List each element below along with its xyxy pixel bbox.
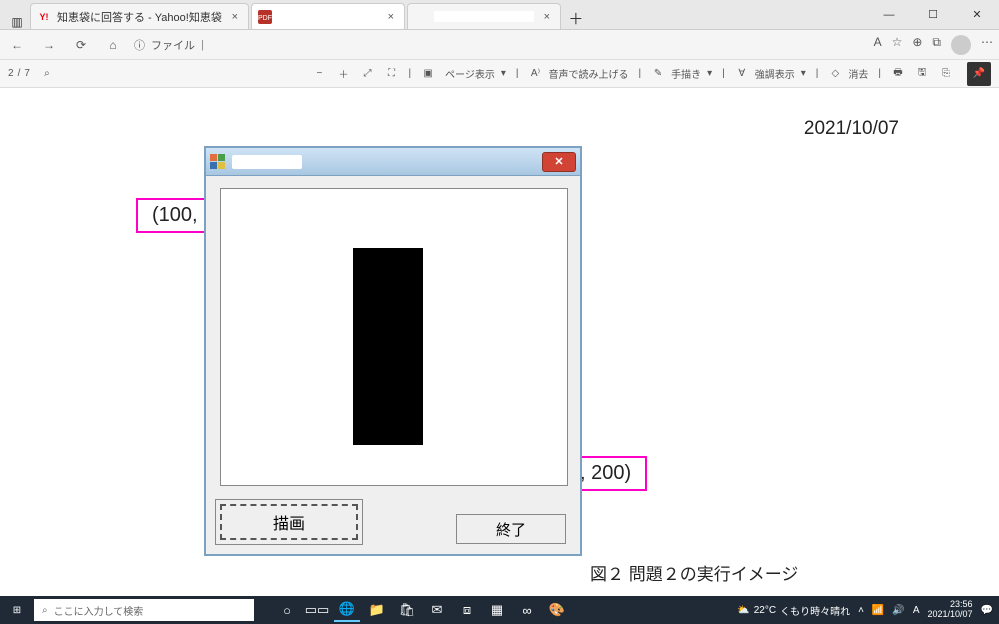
erase-tool[interactable]: ◇ 消去 xyxy=(828,66,868,81)
forward-button[interactable]: → xyxy=(38,38,60,52)
tab-close-icon[interactable]: × xyxy=(228,11,242,23)
pdf-page: 2021/10/07 (100, 50) (170, 200) ✕ 描画 終了 … xyxy=(0,88,999,596)
exit-button[interactable]: 終了 xyxy=(456,514,566,544)
paint-icon[interactable]: 🎨 xyxy=(544,598,570,622)
store-icon[interactable]: 🛍 xyxy=(394,598,420,622)
window-minimize-button[interactable]: — xyxy=(867,0,911,29)
system-clock[interactable]: 23:56 2021/10/07 xyxy=(928,600,973,620)
site-info-icon[interactable]: ⓘ xyxy=(134,37,145,53)
favicon-pdf-icon: PDF xyxy=(258,10,272,24)
window-maximize-button[interactable]: ☐ xyxy=(911,0,955,29)
taskbar-search[interactable]: ⌕ ここに入力して検索 xyxy=(34,599,254,621)
collections-icon[interactable]: ⧉ xyxy=(932,35,941,55)
erase-icon: ◇ xyxy=(828,68,842,79)
weather-icon: ⛅ xyxy=(737,605,749,616)
read-aloud-button[interactable]: A⁾ 音声で読み上げる xyxy=(529,66,629,81)
address-bar[interactable]: ⓘ ファイル | xyxy=(134,37,864,53)
tab-title xyxy=(278,11,378,22)
pen-icon: ✎ xyxy=(651,68,665,79)
tab-close-icon[interactable]: × xyxy=(540,11,554,23)
new-tab-button[interactable]: ＋ xyxy=(563,8,589,29)
highlight-tool[interactable]: ∀ 強調表示 ▾ xyxy=(735,66,806,81)
draw-button[interactable]: 描画 xyxy=(220,504,358,540)
menu-icon[interactable]: ⋯ xyxy=(981,35,993,55)
favorite-star-icon[interactable]: ☆ xyxy=(892,35,903,55)
fit-page-icon[interactable]: ⛶ xyxy=(384,68,398,79)
network-icon[interactable]: 📶 xyxy=(872,605,884,616)
svg-text:PDF: PDF xyxy=(258,15,272,22)
url-scheme: ファイル xyxy=(151,37,195,53)
save-icon[interactable]: 🖫 xyxy=(915,65,929,82)
profile-avatar[interactable] xyxy=(951,35,971,55)
clock-date: 2021/10/07 xyxy=(928,610,973,620)
favicon-yahoo-icon: Y! xyxy=(37,10,51,24)
page-total: 7 xyxy=(24,68,30,79)
search-placeholder: ここに入力して検索 xyxy=(54,603,144,618)
vs-icon[interactable]: ∞ xyxy=(514,598,540,622)
notification-icon[interactable]: 💬 xyxy=(981,605,993,616)
document-date: 2021/10/07 xyxy=(804,118,899,140)
search-icon: ⌕ xyxy=(42,605,48,616)
tab-pdf[interactable]: PDF × xyxy=(251,3,405,29)
start-button[interactable]: ⊞ xyxy=(0,605,34,616)
print-icon[interactable]: 🖶 xyxy=(891,65,905,82)
explorer-icon[interactable]: 📁 xyxy=(364,598,390,622)
tab-title xyxy=(434,11,534,22)
back-button[interactable]: ← xyxy=(6,38,28,52)
zoom-in-button[interactable]: ＋ xyxy=(336,66,350,81)
tab-title: 知恵袋に回答する - Yahoo!知恵袋 xyxy=(57,9,222,25)
page-indicator[interactable]: 2 / 7 xyxy=(8,68,30,79)
zoom-out-button[interactable]: − xyxy=(312,68,326,79)
tray-caret-icon[interactable]: ˄ xyxy=(858,605,864,616)
sample-app-window: ✕ 描画 終了 xyxy=(204,146,582,556)
drawing-canvas xyxy=(220,188,568,486)
mail-icon[interactable]: ✉ xyxy=(424,598,450,622)
app-titlebar: ✕ xyxy=(206,148,580,176)
page-current[interactable]: 2 xyxy=(8,68,14,79)
zoom-reset-button[interactable]: ⤢ xyxy=(360,68,374,79)
app-close-button[interactable]: ✕ xyxy=(542,152,576,172)
add-favorite-icon[interactable]: ⊕ xyxy=(912,35,922,55)
figure-caption: 図２ 問題２の実行イメージ xyxy=(590,560,798,585)
search-icon[interactable]: ⌕ xyxy=(40,68,54,79)
refresh-button[interactable]: ⟳ xyxy=(70,38,92,52)
window-close-button[interactable]: ✕ xyxy=(955,0,999,29)
tab-3[interactable]: × xyxy=(407,3,561,29)
pin-toolbar-button[interactable]: 📌 xyxy=(967,62,991,86)
volume-icon[interactable]: 🔊 xyxy=(892,605,904,616)
caret-down-icon: ▾ xyxy=(707,68,712,79)
app-icon[interactable]: ▦ xyxy=(484,598,510,622)
windows-taskbar: ⊞ ⌕ ここに入力して検索 ○▭▭🌐📁🛍✉⧈▦∞🎨 ⛅ 22°C くもり時々晴れ… xyxy=(0,596,999,624)
vscode-icon[interactable]: ⧈ xyxy=(454,598,480,622)
tab-yahoo[interactable]: Y! 知恵袋に回答する - Yahoo!知恵袋 × xyxy=(30,3,249,29)
edge-icon[interactable]: 🌐 xyxy=(334,598,360,622)
read-aloud-icon: A⁾ xyxy=(529,68,543,79)
tab-close-icon[interactable]: × xyxy=(384,11,398,23)
drawn-rectangle xyxy=(353,248,423,445)
home-button[interactable]: ⌂ xyxy=(102,38,124,52)
app-icon xyxy=(210,154,226,170)
ime-icon[interactable]: A xyxy=(913,605,920,616)
caret-down-icon: ▾ xyxy=(501,68,506,79)
app-title-redacted xyxy=(232,155,302,169)
read-aloud-icon[interactable]: A xyxy=(874,35,882,55)
tab-list-icon[interactable]: ▥ xyxy=(6,15,28,29)
page-view-icon[interactable]: ▣ xyxy=(421,68,435,79)
cortana-icon[interactable]: ○ xyxy=(274,598,300,622)
weather-temp: 22°C xyxy=(754,605,776,616)
weather-widget[interactable]: ⛅ 22°C くもり時々晴れ xyxy=(737,603,850,618)
draw-tool[interactable]: ✎ 手描き ▾ xyxy=(651,66,712,81)
page-display-menu[interactable]: ページ表示 ▾ xyxy=(445,66,506,81)
favicon-blank-icon xyxy=(414,10,428,24)
caret-down-icon: ▾ xyxy=(801,68,806,79)
taskview-icon[interactable]: ▭▭ xyxy=(304,598,330,622)
highlight-icon: ∀ xyxy=(735,68,749,79)
weather-text: くもり時々晴れ xyxy=(780,603,850,618)
share-icon[interactable]: ⎘ xyxy=(939,68,953,79)
